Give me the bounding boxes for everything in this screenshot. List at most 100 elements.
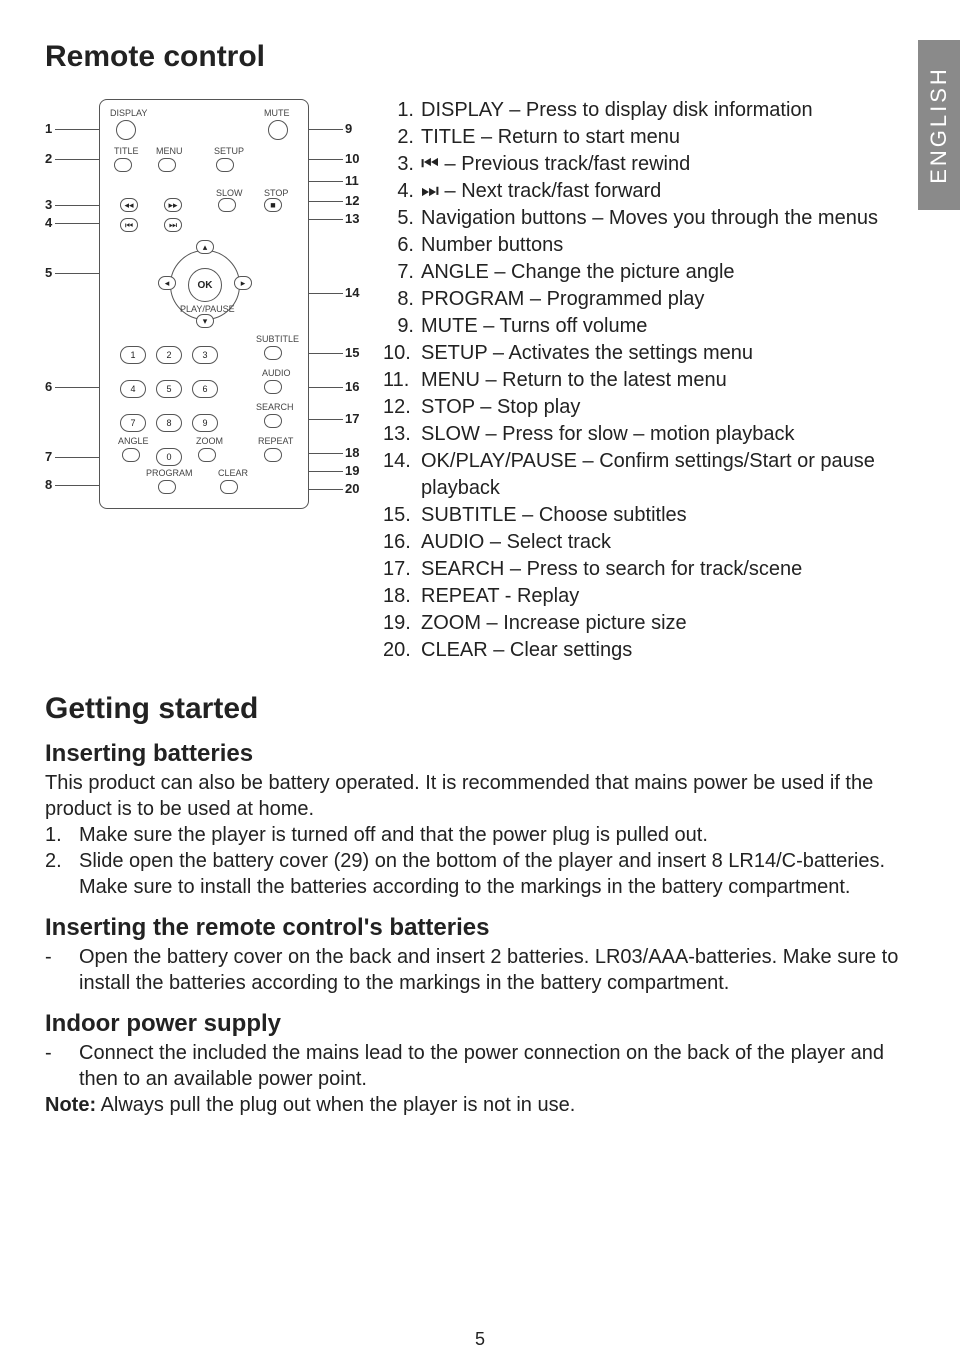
heading-indoor-power: Indoor power supply	[45, 1010, 915, 1038]
button-prev-track: ⏮	[120, 218, 138, 232]
button-rewind: ◂◂	[120, 198, 138, 212]
callout-right-11: 11	[345, 173, 359, 188]
legend-item: 9.MUTE – Turns off volume	[383, 313, 915, 340]
button-zoom	[198, 448, 216, 462]
batteries-intro: This product can also be battery operate…	[45, 770, 915, 822]
button-program	[158, 480, 176, 494]
button-repeat	[264, 448, 282, 462]
label-angle: ANGLE	[118, 436, 149, 446]
button-slow	[218, 198, 236, 212]
legend-item: 10.SETUP – Activates the settings menu	[383, 340, 915, 367]
button-menu	[158, 158, 176, 172]
button-num-5: 5	[156, 380, 182, 398]
legend-item: 18.REPEAT - Replay	[383, 583, 915, 610]
label-stop: STOP	[264, 188, 288, 198]
button-num-3: 3	[192, 346, 218, 364]
button-nav-up: ▴	[196, 240, 214, 254]
label-clear: CLEAR	[218, 468, 248, 478]
label-zoom: ZOOM	[196, 436, 223, 446]
heading-getting-started: Getting started	[45, 692, 915, 726]
button-audio	[264, 380, 282, 394]
callout-right-10: 10	[345, 151, 359, 166]
legend-item: 6.Number buttons	[383, 232, 915, 259]
callout-right-20: 20	[345, 481, 359, 496]
heading-remote-control: Remote control	[45, 40, 915, 74]
callout-left-7: 7	[45, 449, 52, 464]
legend-item: 7.ANGLE – Change the picture angle	[383, 259, 915, 286]
callout-left-5: 5	[45, 265, 52, 280]
button-ok: OK	[188, 268, 222, 302]
heading-remote-batteries: Inserting the remote control's batteries	[45, 914, 915, 942]
button-num-9: 9	[192, 414, 218, 432]
legend-item: 13.SLOW – Press for slow – motion playba…	[383, 421, 915, 448]
button-title	[114, 158, 132, 172]
label-mute: MUTE	[264, 108, 290, 118]
legend-item: 5.Navigation buttons – Moves you through…	[383, 205, 915, 232]
indoor-power-list: -Connect the included the mains lead to …	[45, 1040, 915, 1092]
label-setup: SETUP	[214, 146, 244, 156]
button-forward: ▸▸	[164, 198, 182, 212]
label-repeat: REPEAT	[258, 436, 293, 446]
callout-left-4: 4	[45, 215, 52, 230]
callout-right-15: 15	[345, 345, 359, 360]
label-program: PROGRAM	[146, 468, 193, 478]
callout-right-14: 14	[345, 285, 359, 300]
label-audio: AUDIO	[262, 368, 291, 378]
legend-item: 12.STOP – Stop play	[383, 394, 915, 421]
callout-right-19: 19	[345, 463, 359, 478]
callout-right-17: 17	[345, 411, 359, 426]
button-subtitle	[264, 346, 282, 360]
callout-left-1: 1	[45, 121, 52, 136]
indoor-note: Note: Always pull the plug out when the …	[45, 1092, 915, 1118]
legend-item: 16.AUDIO – Select track	[383, 529, 915, 556]
list-item: 2.Slide open the battery cover (29) on t…	[45, 848, 915, 900]
button-nav-down: ▾	[196, 314, 214, 328]
button-num-8: 8	[156, 414, 182, 432]
legend-item: 19.ZOOM – Increase picture size	[383, 610, 915, 637]
label-slow: SLOW	[216, 188, 243, 198]
callout-right-13: 13	[345, 211, 359, 226]
label-title: TITLE	[114, 146, 139, 156]
callout-left-6: 6	[45, 379, 52, 394]
remote-diagram: 1 2 3 4 5 6 7 8 9 10 11 12 13 14 15 16 1…	[45, 89, 365, 529]
button-num-7: 7	[120, 414, 146, 432]
label-display: DISPLAY	[110, 108, 147, 118]
label-search: SEARCH	[256, 402, 294, 412]
button-display	[116, 120, 136, 140]
button-nav-right: ▸	[234, 276, 252, 290]
legend-item: 14.OK/PLAY/PAUSE – Confirm settings/Star…	[383, 448, 915, 502]
page-number: 5	[0, 1329, 960, 1350]
button-num-4: 4	[120, 380, 146, 398]
callout-left-2: 2	[45, 151, 52, 166]
heading-inserting-batteries: Inserting batteries	[45, 740, 915, 768]
label-menu: MENU	[156, 146, 183, 156]
button-search	[264, 414, 282, 428]
button-num-2: 2	[156, 346, 182, 364]
legend-item: 15.SUBTITLE – Choose subtitles	[383, 502, 915, 529]
legend-item: 8.PROGRAM – Programmed play	[383, 286, 915, 313]
callout-right-18: 18	[345, 445, 359, 460]
legend-item: 17.SEARCH – Press to search for track/sc…	[383, 556, 915, 583]
callout-left-3: 3	[45, 197, 52, 212]
legend-item: 2.TITLE – Return to start menu	[383, 124, 915, 151]
button-nav-left: ◂	[158, 276, 176, 290]
button-setup	[216, 158, 234, 172]
button-stop: ■	[264, 198, 282, 212]
batteries-steps: 1.Make sure the player is turned off and…	[45, 822, 915, 900]
button-num-1: 1	[120, 346, 146, 364]
button-angle	[122, 448, 140, 462]
button-num-6: 6	[192, 380, 218, 398]
legend-list: 1.DISPLAY – Press to display disk inform…	[383, 89, 915, 664]
callout-left-8: 8	[45, 477, 52, 492]
button-mute	[268, 120, 288, 140]
list-item: -Connect the included the mains lead to …	[45, 1040, 915, 1092]
legend-item: 3.⏮ – Previous track/fast rewind	[383, 151, 915, 178]
legend-item: 4.⏭ – Next track/fast forward	[383, 178, 915, 205]
list-item: 1.Make sure the player is turned off and…	[45, 822, 915, 848]
language-tab: ENGLISH	[918, 40, 960, 210]
list-item: -Open the battery cover on the back and …	[45, 944, 915, 996]
callout-right-9: 9	[345, 121, 352, 136]
label-subtitle: SUBTITLE	[256, 334, 299, 344]
label-play-pause: PLAY/PAUSE	[180, 304, 235, 314]
remote-batteries-list: -Open the battery cover on the back and …	[45, 944, 915, 996]
